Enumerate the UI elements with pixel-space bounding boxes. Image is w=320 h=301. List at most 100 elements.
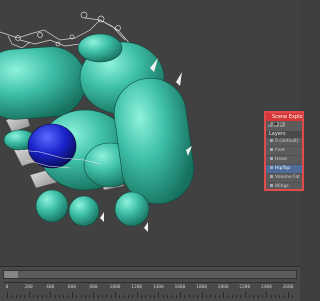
track-tick-minor	[154, 295, 155, 298]
track-tick-label: 1400	[152, 285, 164, 290]
panel-title[interactable]: Scene Explorer - Layer Explorer	[266, 113, 302, 121]
layers-column-header[interactable]: Layers	[266, 131, 302, 138]
track-tick-minor	[128, 295, 130, 298]
track-tick-minor	[292, 295, 294, 298]
track-tick-mark	[115, 292, 117, 298]
track-tick-minor	[218, 295, 220, 298]
layer-label: 0 (default)	[275, 139, 299, 144]
foot-ball-1	[35, 189, 69, 223]
layer-list: 0 (default) Feet Head HipTop Volume Fat …	[266, 138, 302, 189]
viewport-3d[interactable]	[0, 0, 300, 266]
track-bar[interactable]: 0 200 400 600 800 1000 1200 1400 1600 1800 2000 220…	[3, 282, 297, 299]
track-tick-mark	[93, 292, 95, 298]
layer-label: Feet	[275, 148, 285, 153]
track-tick-minor	[37, 295, 39, 298]
timeline-bar: 0 200 400 600 800 1000 1200 1400 1600 1800 2000 220…	[0, 266, 300, 301]
track-tick-minor	[275, 295, 277, 298]
track-tick-minor	[97, 295, 99, 298]
layer-item[interactable]: Volume Fat	[266, 174, 302, 183]
track-tick-minor	[214, 295, 216, 298]
body-volumes[interactable]	[0, 33, 198, 227]
track-tick-minor	[89, 295, 91, 298]
track-tick-minor	[205, 295, 207, 298]
layer-item[interactable]: Head	[266, 156, 302, 165]
upper-arm-capsule	[0, 46, 87, 120]
track-tick-minor	[54, 295, 56, 298]
layer-item[interactable]: Feet	[266, 147, 302, 156]
track-tick-minor	[110, 295, 112, 298]
track-tick-label: 200	[24, 285, 33, 290]
layer-item[interactable]: 0 (default)	[266, 138, 302, 147]
track-tick-minor	[184, 295, 186, 298]
track-tick-minor	[58, 295, 60, 298]
track-tick-minor	[231, 295, 233, 298]
track-tick-minor	[41, 295, 43, 298]
layer-explorer-panel[interactable]: Scene Explorer - Layer Explorer ▾ ▪ ⌕ La…	[264, 111, 304, 191]
track-tick-label: 0	[5, 285, 9, 290]
track-tick-label: 1600	[174, 285, 186, 290]
visibility-icon[interactable]	[270, 148, 273, 151]
track-tick-minor	[19, 295, 21, 298]
track-tick-minor	[132, 295, 134, 298]
track-tick-minor	[145, 295, 147, 298]
track-tick-mark	[288, 292, 290, 298]
track-tick-mark	[179, 292, 181, 298]
layer-item[interactable]: Wings	[266, 183, 302, 189]
track-tick-minor	[192, 295, 194, 298]
foot-ball-2	[68, 195, 100, 227]
track-tick-label: 1000	[109, 285, 121, 290]
track-tick-minor	[175, 295, 177, 298]
track-tick-minor	[15, 295, 17, 298]
track-tick-minor	[162, 295, 164, 298]
thigh-capsule	[113, 77, 195, 205]
track-tick-minor	[270, 295, 272, 298]
layer-label: Head	[275, 157, 287, 162]
track-tick-label: 2600	[282, 285, 294, 290]
time-slider-thumb[interactable]	[4, 271, 18, 278]
layer-label: Volume Fat	[275, 175, 300, 180]
track-tick-mark	[201, 292, 203, 298]
track-tick-minor	[188, 295, 190, 298]
track-tick-minor	[32, 295, 34, 298]
search-icon[interactable]: ⌕	[280, 122, 285, 127]
track-tick-minor	[253, 295, 255, 298]
track-tick-minor	[166, 295, 168, 298]
track-tick-mark	[71, 292, 73, 298]
track-tick-label: 2200	[239, 285, 251, 290]
foot-ball-3	[114, 191, 150, 227]
track-tick-label: 400	[46, 285, 55, 290]
track-tick-mark	[158, 292, 160, 298]
filter-icon[interactable]: ▾	[268, 122, 273, 127]
track-tick-minor	[45, 295, 47, 298]
track-tick-minor	[80, 295, 82, 298]
track-tick-minor	[149, 295, 151, 298]
track-tick-minor	[283, 295, 285, 298]
track-tick-minor	[227, 295, 229, 298]
track-tick-mark	[136, 292, 138, 298]
layer-item-selected[interactable]: HipTop	[266, 165, 302, 174]
track-tick-mark	[7, 292, 8, 298]
layer-label: Wings	[275, 184, 289, 189]
track-tick-minor	[63, 295, 65, 298]
visibility-icon[interactable]	[270, 157, 273, 160]
time-slider[interactable]	[3, 270, 297, 279]
track-tick-label: 800	[89, 285, 98, 290]
visibility-icon[interactable]	[270, 184, 273, 187]
track-tick-mark	[50, 292, 52, 298]
display-icon[interactable]: ▪	[274, 122, 279, 127]
selected-joint-sphere[interactable]	[27, 123, 77, 169]
track-tick-mark	[244, 292, 246, 298]
track-tick-mark	[28, 292, 30, 298]
visibility-icon[interactable]	[270, 166, 273, 169]
track-tick-mark	[266, 292, 268, 298]
track-tick-label: 2400	[260, 285, 272, 290]
track-tick-label: 2000	[217, 285, 229, 290]
track-tick-minor	[257, 295, 259, 298]
track-tick-minor	[119, 295, 121, 298]
visibility-icon[interactable]	[270, 139, 273, 142]
track-tick-minor	[67, 295, 69, 298]
track-tick-minor	[102, 295, 104, 298]
visibility-icon[interactable]	[270, 175, 273, 178]
panel-toolbar: ▾ ▪ ⌕	[266, 121, 302, 131]
character-rig-scene[interactable]	[0, 0, 300, 266]
